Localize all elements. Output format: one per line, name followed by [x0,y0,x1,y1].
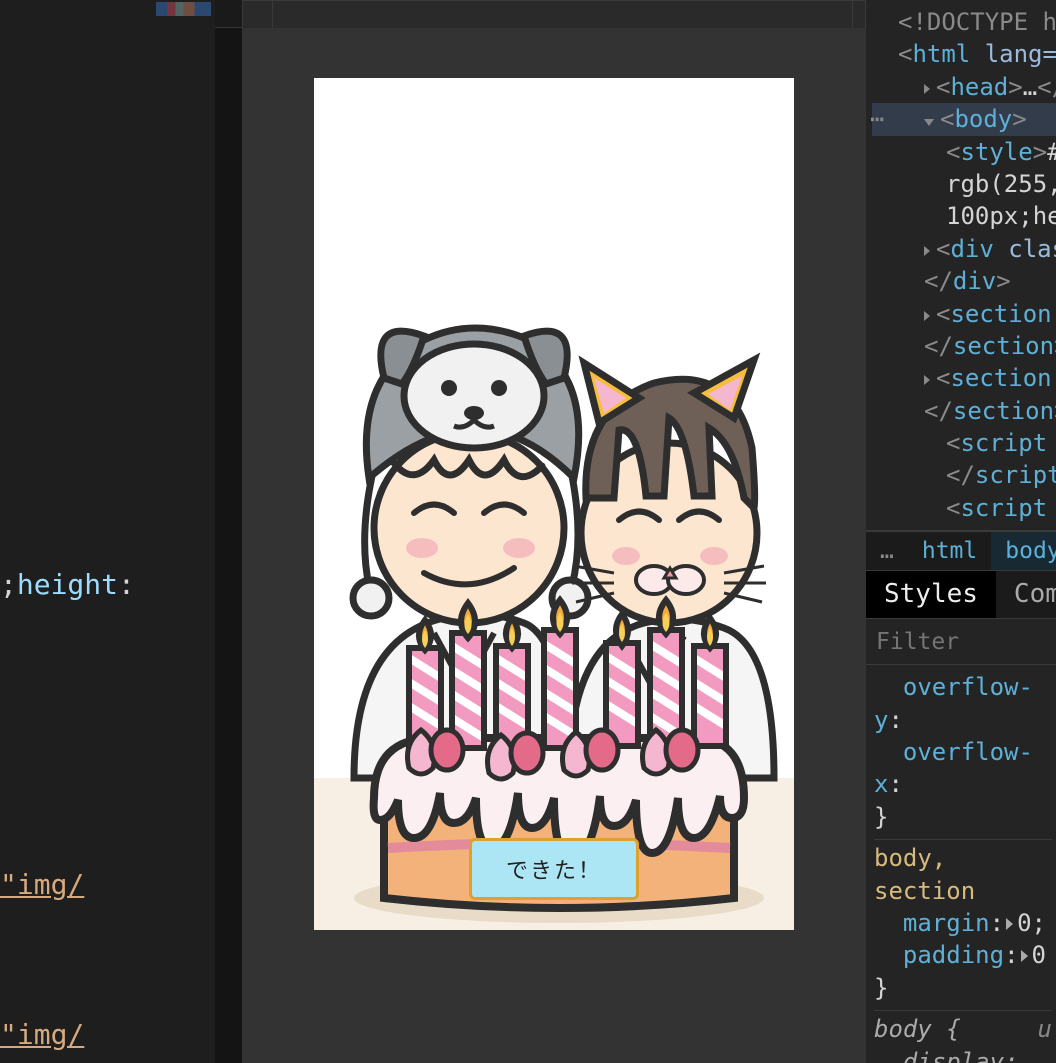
dom-div-tag[interactable]: div [950,235,993,263]
styles-filter-input[interactable] [876,629,1046,655]
expand-icon[interactable] [924,375,930,385]
code-line[interactable]: "img/ [0,868,84,901]
expand-icon[interactable] [1006,918,1013,930]
expand-icon[interactable] [1021,950,1028,962]
code-line[interactable]: ;height: [0,568,135,601]
styles-rules[interactable]: overflow-y: overflow-x: } body, section … [866,665,1056,1063]
editor-pane: ;height: "img/ "img/ [0,0,215,1063]
done-button[interactable]: できた！ [469,838,639,900]
css-rule[interactable]: overflow-y: overflow-x: } [874,669,1052,840]
dom-doctype[interactable]: <!DOCTYPE ht [898,8,1056,36]
dom-body-tag[interactable]: <body> == $ [872,103,1056,135]
collapse-icon[interactable] [924,119,934,126]
breadcrumb-body[interactable]: body [991,532,1056,570]
expand-icon[interactable] [924,84,930,94]
dom-html-attr: lang=" [985,40,1056,68]
css-rule[interactable]: body {u display: bl [874,1011,1052,1063]
preview-illustration [314,78,794,930]
code-line[interactable]: "img/ [0,1018,84,1051]
dom-style-text: 100px;hei [946,202,1056,230]
tab-styles[interactable]: Styles [866,571,996,618]
styles-filter-row [866,619,1056,665]
dom-section-tag[interactable]: section [950,364,1051,392]
preview-toolbar[interactable] [242,0,866,28]
dom-section-tag[interactable]: section [950,300,1051,328]
dom-head-tag[interactable]: head [950,73,1008,101]
preview-column: できた！ [215,0,866,1063]
preview-canvas: できた！ [314,78,794,930]
code-property: height [17,568,118,601]
styles-tabs: Styles Comp [866,571,1056,619]
expand-icon[interactable] [924,246,930,256]
dom-style-text: rgb(255, [946,170,1056,198]
preview-viewport: できた！ [242,28,866,1063]
dom-script-tag[interactable]: script [960,429,1047,457]
breadcrumb-html[interactable]: html [908,532,991,570]
code-punct: ; [0,568,17,601]
elements-tree[interactable]: <!DOCTYPE ht <html lang=" <head>…</he <b… [866,0,1056,531]
css-rule[interactable]: body, section margin:0; padding:0 } [874,840,1052,1011]
breadcrumb-more[interactable]: … [866,532,908,570]
dom-script-tag[interactable]: script [960,494,1047,522]
code-punct: : [118,568,135,601]
devtools-panel: <!DOCTYPE ht <html lang=" <head>…</he <b… [866,0,1056,1063]
expand-icon[interactable] [924,311,930,321]
code-string: "img/ [0,868,84,901]
tab-computed[interactable]: Comp [996,571,1056,618]
dom-html-tag[interactable]: html [912,40,970,68]
breadcrumb[interactable]: … html body [866,531,1056,571]
preview-gutter [215,0,242,28]
editor-minimap[interactable] [156,2,211,16]
dom-style-tag[interactable]: style [960,138,1032,166]
code-string: "img/ [0,1018,84,1051]
